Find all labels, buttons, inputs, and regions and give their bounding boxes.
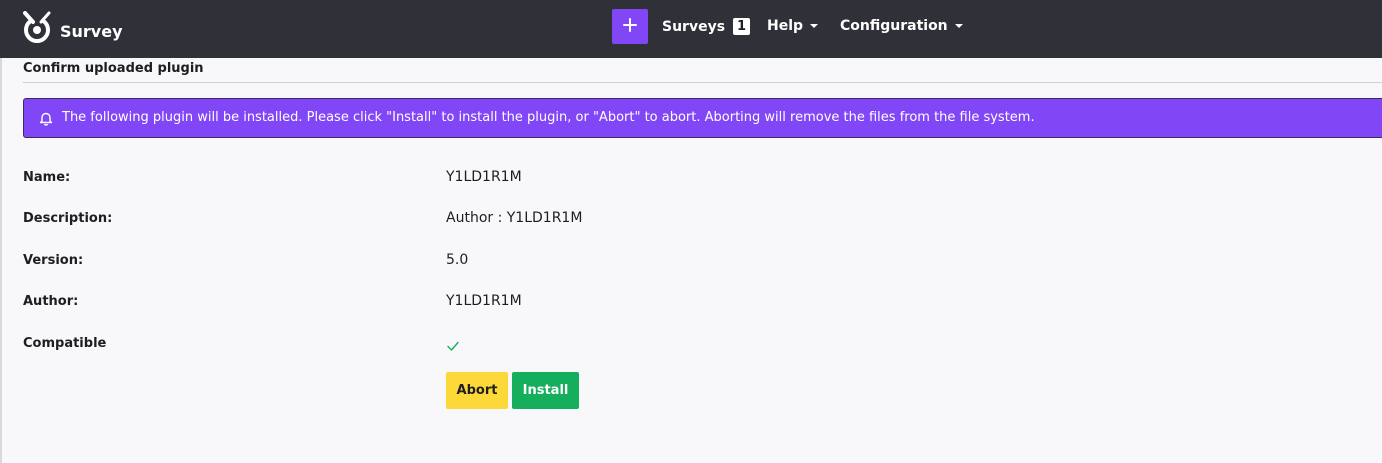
check-icon — [446, 338, 460, 357]
version-label: Version: — [23, 253, 84, 268]
top-navbar: Survey Surveys 1 Help Configuration — [0, 0, 1382, 58]
nav-configuration-dropdown[interactable]: Configuration — [840, 18, 963, 34]
title-divider — [23, 82, 1382, 83]
description-value: Author : Y1LD1R1M — [446, 210, 583, 226]
left-divider — [0, 58, 2, 463]
name-label: Name: — [23, 170, 71, 185]
author-label: Author: — [23, 294, 79, 309]
brand-link[interactable]: Survey — [22, 9, 123, 47]
install-button[interactable]: Install — [512, 372, 579, 409]
page-title: Confirm uploaded plugin — [23, 61, 204, 76]
nav-surveys-label: Surveys — [662, 18, 726, 35]
bell-icon — [39, 111, 53, 126]
nav-configuration-label: Configuration — [840, 18, 948, 34]
name-value: Y1LD1R1M — [446, 169, 522, 185]
description-label: Description: — [23, 211, 113, 226]
surveys-count-badge: 1 — [733, 18, 751, 35]
alert-message: The following plugin will be installed. … — [62, 109, 1035, 125]
nav-surveys[interactable]: Surveys 1 — [662, 18, 751, 35]
brand-name: Survey — [60, 21, 123, 41]
survey-logo-icon — [22, 11, 52, 45]
author-value: Y1LD1R1M — [446, 293, 522, 309]
nav-help-dropdown[interactable]: Help — [767, 18, 819, 34]
caret-down-icon — [954, 24, 963, 28]
caret-down-icon — [810, 24, 819, 28]
info-alert: The following plugin will be installed. … — [23, 98, 1382, 138]
abort-button[interactable]: Abort — [446, 372, 508, 409]
plus-icon — [623, 17, 637, 36]
version-value: 5.0 — [446, 252, 469, 268]
create-survey-button[interactable] — [612, 9, 648, 44]
nav-help-label: Help — [767, 18, 804, 34]
compatible-label: Compatible — [23, 336, 107, 351]
